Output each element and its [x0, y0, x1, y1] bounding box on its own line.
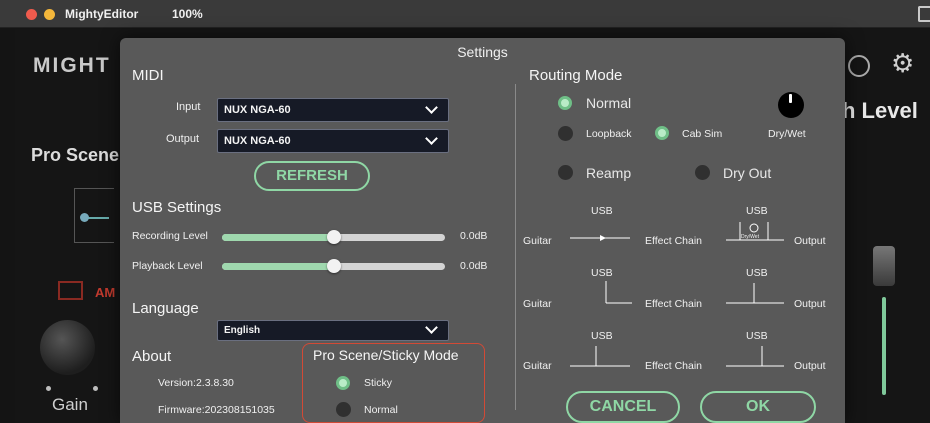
diagram-arrow — [570, 346, 630, 367]
diagram-output-label: Output — [794, 298, 826, 310]
diagram-effect-chain-label: Effect Chain — [645, 360, 703, 372]
dry-out-radio[interactable] — [695, 165, 710, 180]
loopback-label: Loopback — [586, 128, 632, 140]
playback-level-value: 0.0dB — [460, 260, 488, 272]
routing-normal-label: Normal — [586, 95, 632, 111]
knob-min-dot — [46, 386, 51, 391]
routing-mode-heading: Routing Mode — [529, 67, 623, 84]
diagram-usb-label: USB — [746, 205, 768, 217]
recording-level-thumb[interactable] — [326, 230, 341, 244]
gain-label: Gain — [52, 395, 88, 414]
reamp-radio[interactable] — [558, 165, 573, 180]
diagram-arrow — [570, 235, 630, 241]
version-text: Version:2.3.8.30 — [158, 377, 234, 389]
recording-level-fill — [222, 234, 334, 241]
gain-knob[interactable] — [40, 320, 95, 375]
playback-level-thumb[interactable] — [326, 259, 341, 273]
input-label: Input — [176, 101, 201, 113]
midi-input-value: NUX NGA-60 — [224, 104, 291, 116]
ok-button[interactable]: OK — [700, 391, 816, 423]
diagram-effect-chain-label: Effect Chain — [645, 235, 703, 247]
diagram-usb-label: USB — [591, 205, 613, 217]
diagram-arrow — [726, 346, 784, 367]
language-select[interactable]: English — [217, 320, 449, 341]
knob-indicator — [789, 94, 792, 103]
diagram-usb-label: USB — [591, 267, 613, 279]
diagram-guitar-label: Guitar — [523, 360, 552, 372]
dialog-title: Settings — [457, 44, 508, 60]
refresh-button[interactable]: REFRESH — [254, 161, 370, 191]
sticky-normal-radio[interactable] — [336, 402, 351, 417]
app-logo: MIGHT — [33, 54, 111, 77]
diagram-output-label: Output — [794, 235, 826, 247]
diagram-usb-label: USB — [746, 330, 768, 342]
gear-icon[interactable]: ⚙ — [891, 50, 914, 76]
diagram-guitar-label: Guitar — [523, 298, 552, 310]
amp-label: AM — [95, 285, 116, 300]
knob-max-dot — [93, 386, 98, 391]
signal-node — [80, 213, 89, 222]
tuner-icon[interactable] — [848, 55, 870, 77]
diagram-usb-label: USB — [591, 330, 613, 342]
playback-level-label: Playback Level — [132, 260, 203, 272]
diagram-arrow — [605, 281, 632, 304]
dry-wet-label: Dry/Wet — [768, 128, 806, 140]
recording-level-value: 0.0dB — [460, 230, 488, 242]
settings-dialog: Settings MIDI Input NUX NGA-60 Output NU… — [120, 38, 845, 423]
playback-level-slider[interactable] — [222, 259, 445, 273]
recording-level-label: Recording Level — [132, 230, 208, 242]
usb-settings-heading: USB Settings — [132, 199, 222, 216]
volume-fader-track[interactable] — [882, 297, 886, 395]
sticky-normal-label: Normal — [364, 404, 398, 416]
diagram-dry-wet-mix — [726, 222, 784, 241]
window-titlebar: MightyEditor 100% — [0, 0, 930, 28]
sticky-mode-heading: Pro Scene/Sticky Mode — [313, 347, 459, 363]
output-label: Output — [166, 133, 200, 145]
cab-sim-radio[interactable] — [655, 126, 669, 140]
amp-icon — [58, 281, 83, 300]
diagram-mini-dry-wet: Dry/Wet — [741, 234, 759, 240]
app-name: MightyEditor — [65, 7, 139, 21]
loopback-radio[interactable] — [558, 126, 573, 141]
language-value: English — [224, 325, 261, 336]
dry-out-label: Dry Out — [723, 165, 772, 181]
cancel-button[interactable]: CANCEL — [566, 391, 680, 423]
firmware-text: Firmware:202308151035 — [158, 404, 275, 416]
sticky-radio[interactable] — [336, 376, 350, 390]
sticky-label: Sticky — [364, 377, 393, 389]
chevron-down-icon — [425, 321, 438, 334]
midi-output-value: NUX NGA-60 — [224, 135, 291, 147]
midi-output-select[interactable]: NUX NGA-60 — [217, 129, 449, 153]
chevron-down-icon — [425, 132, 438, 145]
about-heading: About — [132, 348, 172, 365]
level-label: h Level — [842, 98, 918, 123]
midi-input-select[interactable]: NUX NGA-60 — [217, 98, 449, 122]
diagram-output-label: Output — [794, 360, 826, 372]
zoom-level: 100% — [172, 7, 203, 21]
chevron-down-icon — [425, 101, 438, 114]
diagram-usb-label: USB — [746, 267, 768, 279]
playback-level-fill — [222, 263, 334, 270]
volume-fader-handle[interactable] — [873, 246, 895, 286]
diagram-arrow — [726, 283, 784, 304]
pro-scene-label: Pro Scene — [31, 145, 120, 165]
cab-sim-label: Cab Sim — [682, 128, 723, 140]
diagram-guitar-label: Guitar — [523, 235, 552, 247]
dry-wet-knob[interactable] — [778, 92, 804, 118]
reamp-label: Reamp — [586, 165, 632, 181]
language-heading: Language — [132, 300, 199, 317]
diagram-effect-chain-label: Effect Chain — [645, 298, 703, 310]
routing-normal-radio[interactable] — [558, 96, 572, 110]
minimize-window-button[interactable] — [44, 9, 55, 20]
column-divider — [515, 84, 516, 410]
close-window-button[interactable] — [26, 9, 37, 20]
window-corner-icon[interactable] — [918, 6, 930, 22]
midi-heading: MIDI — [132, 67, 164, 84]
recording-level-slider[interactable] — [222, 230, 445, 244]
